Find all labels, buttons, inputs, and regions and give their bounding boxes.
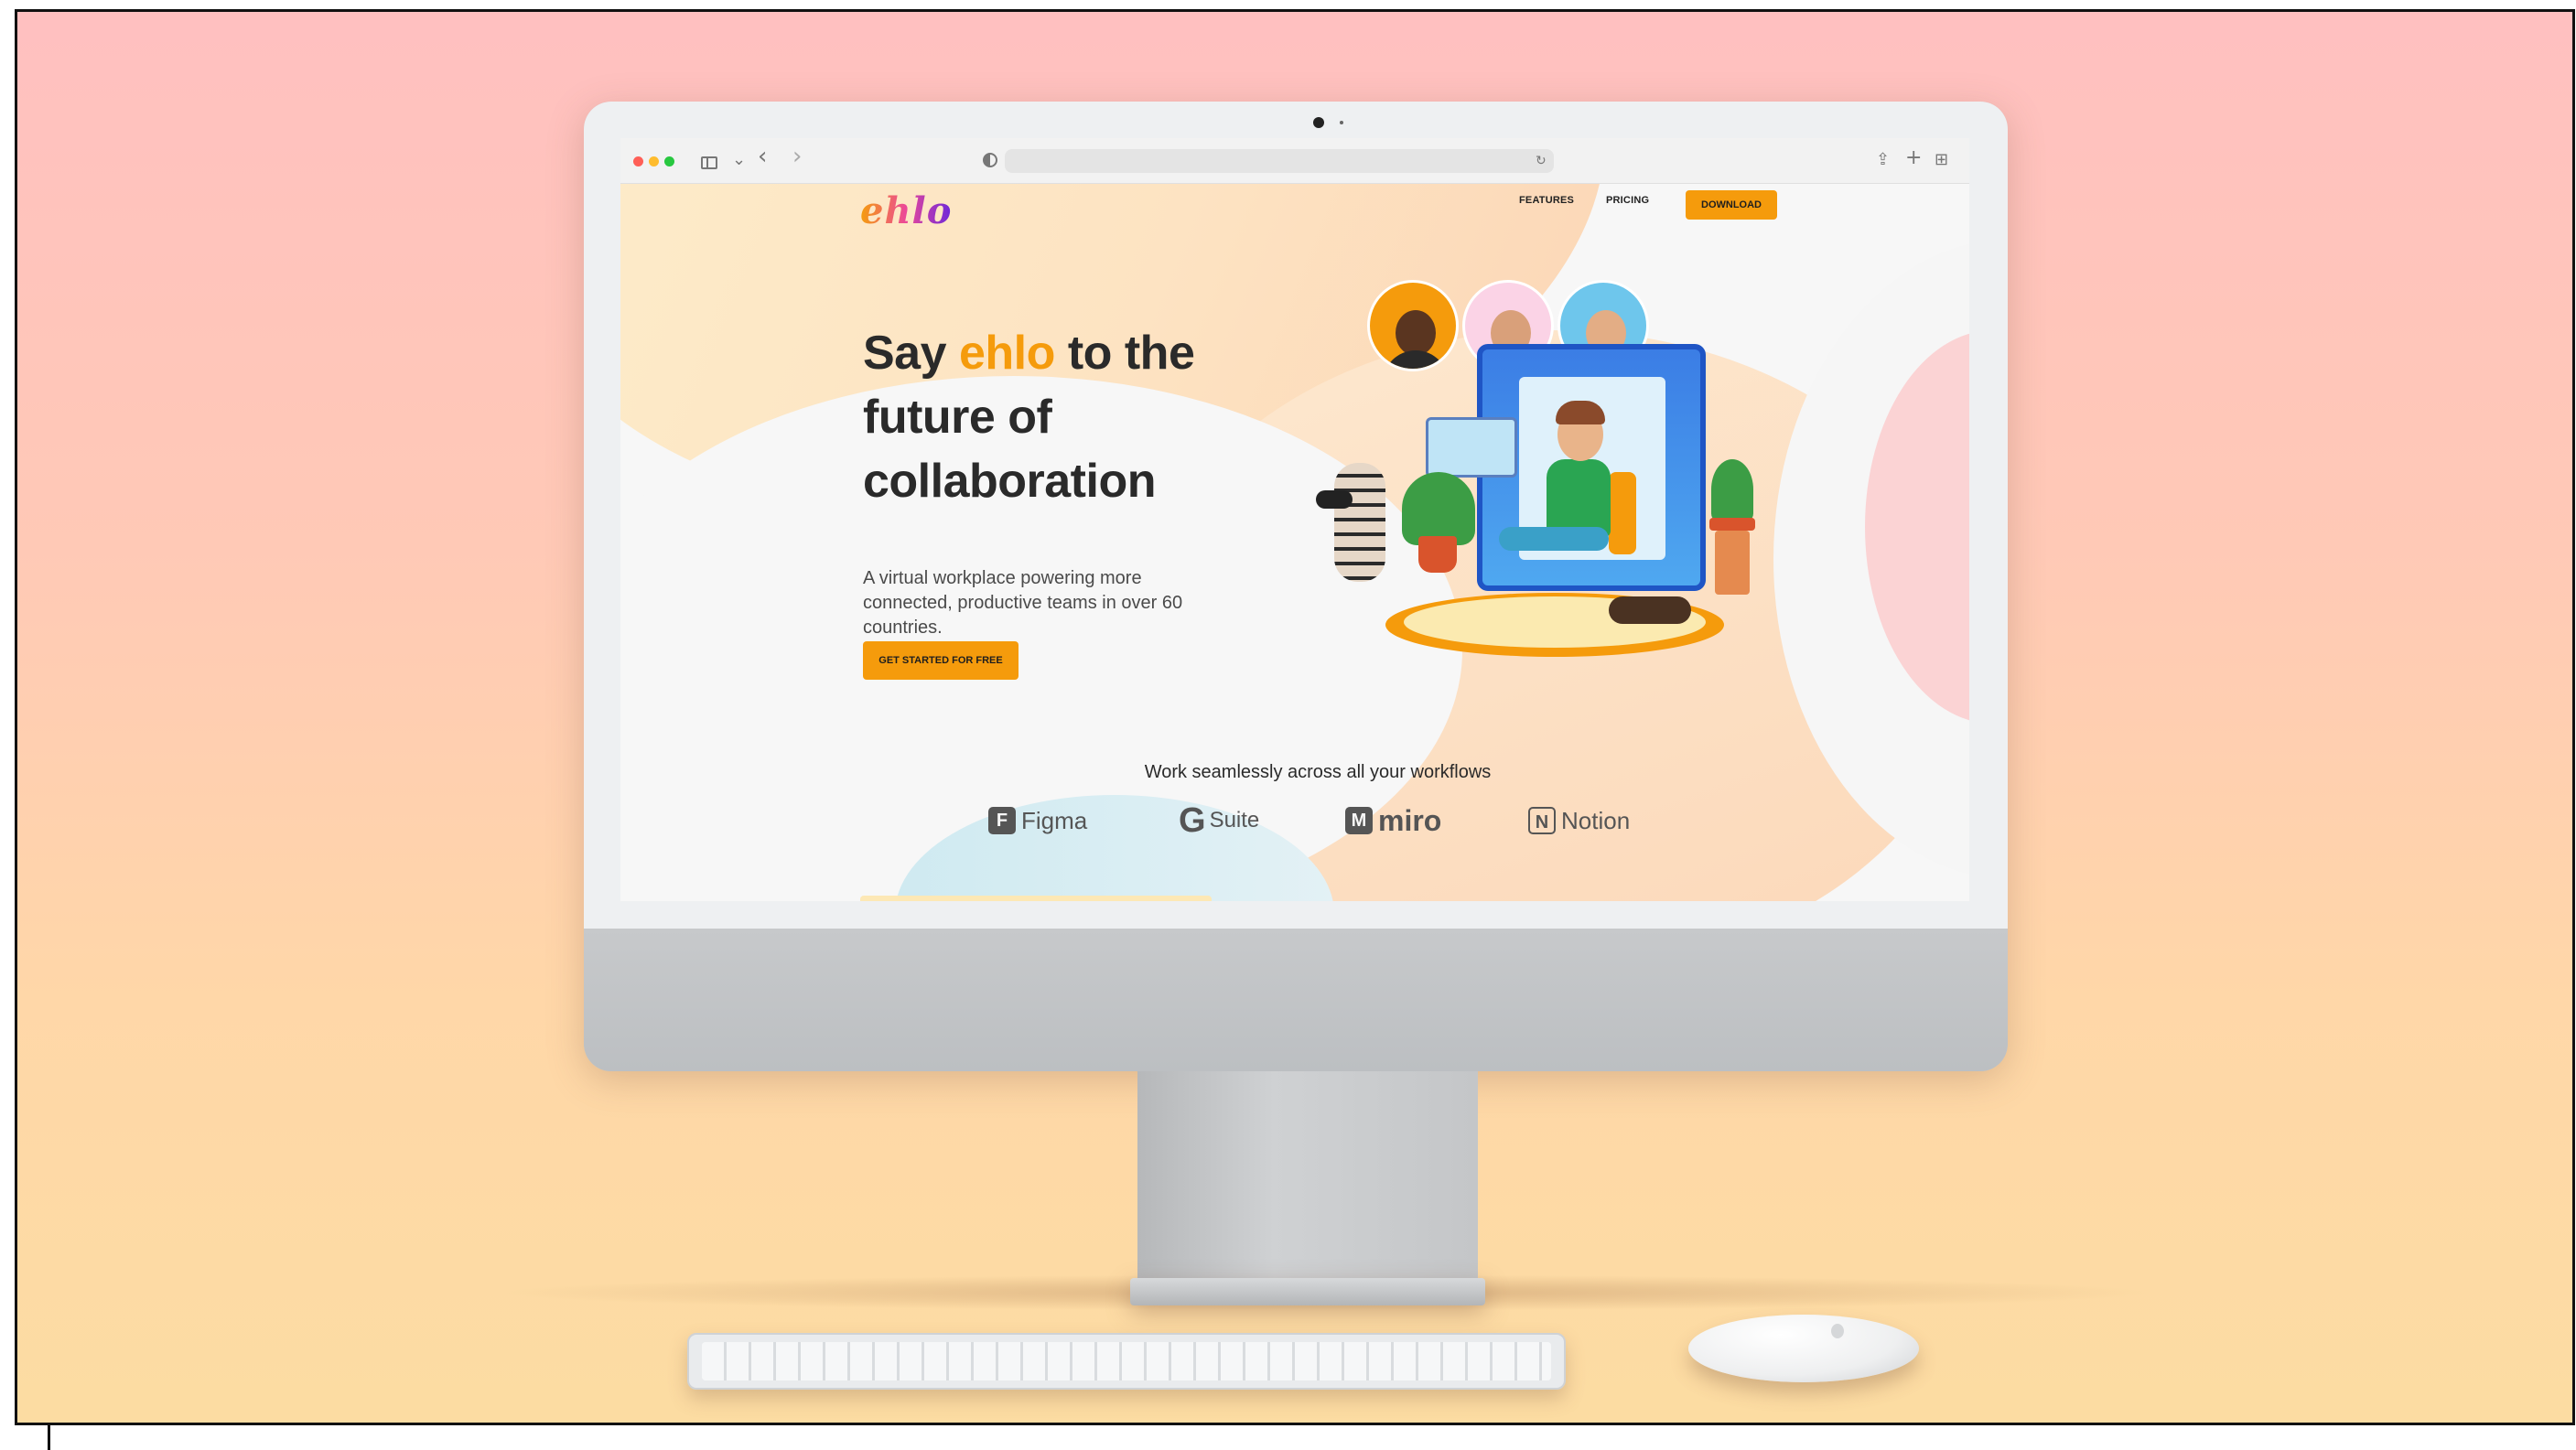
workflows-heading: Work seamlessly across all your workflow… bbox=[1144, 762, 1492, 782]
camera-icon bbox=[1313, 117, 1324, 128]
address-bar[interactable] bbox=[1005, 149, 1554, 173]
back-icon[interactable]: ‹ bbox=[758, 145, 767, 168]
mockup-slide: ⌄ ‹ › ↻ ⇪ + ⊞ ehlo FEATURES PRICING DOWN… bbox=[15, 9, 2575, 1425]
hero-subtitle: A virtual workplace powering more connec… bbox=[863, 568, 1183, 638]
robot-arm bbox=[1316, 490, 1353, 509]
camera-indicator bbox=[1340, 121, 1343, 124]
zoom-window-button[interactable] bbox=[664, 156, 674, 166]
monitor-stand-base bbox=[1130, 1278, 1485, 1305]
section-edge bbox=[860, 896, 1212, 901]
plant-leaves bbox=[1402, 472, 1475, 545]
forward-icon[interactable]: › bbox=[792, 145, 802, 168]
robot-figure bbox=[1334, 463, 1385, 582]
figma-logo: F Figma bbox=[988, 802, 1087, 839]
hero-title-pre: Say bbox=[863, 327, 959, 380]
get-started-button[interactable]: GET STARTED FOR FREE bbox=[863, 641, 1019, 680]
gsuite-logo: G Suite bbox=[1179, 800, 1260, 840]
sidebar-icon[interactable] bbox=[701, 156, 717, 169]
site-logo[interactable]: ehlo bbox=[860, 189, 952, 232]
reload-icon[interactable]: ↻ bbox=[1536, 150, 1547, 172]
minimize-window-button[interactable] bbox=[649, 156, 659, 166]
chevron-down-icon[interactable]: ⌄ bbox=[732, 149, 746, 171]
notion-logo: N Notion bbox=[1528, 802, 1630, 839]
browser-toolbar: ⌄ ‹ › ↻ ⇪ + ⊞ bbox=[620, 138, 1969, 184]
plant-pot bbox=[1709, 518, 1755, 531]
keyboard-keys bbox=[702, 1342, 1551, 1380]
person-legs bbox=[1499, 527, 1609, 551]
magic-mouse bbox=[1688, 1315, 1919, 1382]
hero-title-accent: ehlo bbox=[958, 327, 1055, 380]
monitor-stand bbox=[1137, 1071, 1478, 1287]
landing-page: ehlo FEATURES PRICING DOWNLOAD Say ehlo … bbox=[620, 184, 1969, 901]
nav-features-link[interactable]: FEATURES bbox=[1519, 195, 1574, 206]
avatar-body bbox=[1383, 350, 1449, 369]
shield-icon[interactable] bbox=[983, 153, 997, 167]
keyboard bbox=[687, 1333, 1566, 1390]
illustration-stool bbox=[1715, 531, 1750, 595]
brand-name: Notion bbox=[1561, 806, 1631, 834]
tab-overview-icon[interactable]: ⊞ bbox=[1935, 149, 1948, 171]
close-window-button[interactable] bbox=[633, 156, 643, 166]
apple-logo-icon bbox=[1831, 1324, 1844, 1338]
illustration-dog bbox=[1609, 596, 1691, 624]
browser-window: ⌄ ‹ › ↻ ⇪ + ⊞ ehlo FEATURES PRICING DOWN… bbox=[620, 138, 1969, 901]
plant-leaves bbox=[1711, 459, 1753, 520]
brand-name: miro bbox=[1378, 803, 1442, 837]
monitor-chin bbox=[584, 929, 2008, 1071]
avatar-face bbox=[1396, 310, 1436, 356]
slide-edge-mark bbox=[48, 1425, 50, 1450]
new-tab-icon[interactable]: + bbox=[1905, 147, 1922, 169]
imac-monitor: ⌄ ‹ › ↻ ⇪ + ⊞ ehlo FEATURES PRICING DOWN… bbox=[584, 102, 2008, 1071]
hero-illustration bbox=[1316, 280, 1828, 682]
share-icon[interactable]: ⇪ bbox=[1876, 149, 1890, 171]
person-hair bbox=[1556, 401, 1605, 424]
miro-logo: M miro bbox=[1345, 802, 1441, 839]
avatar bbox=[1367, 280, 1459, 371]
illustration-laptop bbox=[1426, 417, 1517, 478]
plant-pot bbox=[1418, 536, 1457, 573]
nav-pricing-link[interactable]: PRICING bbox=[1606, 195, 1649, 206]
brand-name: Figma bbox=[1021, 806, 1088, 834]
download-button[interactable]: DOWNLOAD bbox=[1686, 190, 1777, 220]
notion-icon: N bbox=[1528, 807, 1556, 834]
hero-title: Say ehlo to the future of collaboration bbox=[863, 321, 1247, 513]
illustration-chair bbox=[1609, 472, 1636, 554]
google-icon: G bbox=[1179, 800, 1206, 840]
figma-icon: F bbox=[988, 807, 1016, 834]
monitor-bezel: ⌄ ‹ › ↻ ⇪ + ⊞ ehlo FEATURES PRICING DOWN… bbox=[584, 102, 2008, 929]
brand-name: Suite bbox=[1209, 808, 1260, 832]
miro-icon: M bbox=[1345, 807, 1373, 834]
